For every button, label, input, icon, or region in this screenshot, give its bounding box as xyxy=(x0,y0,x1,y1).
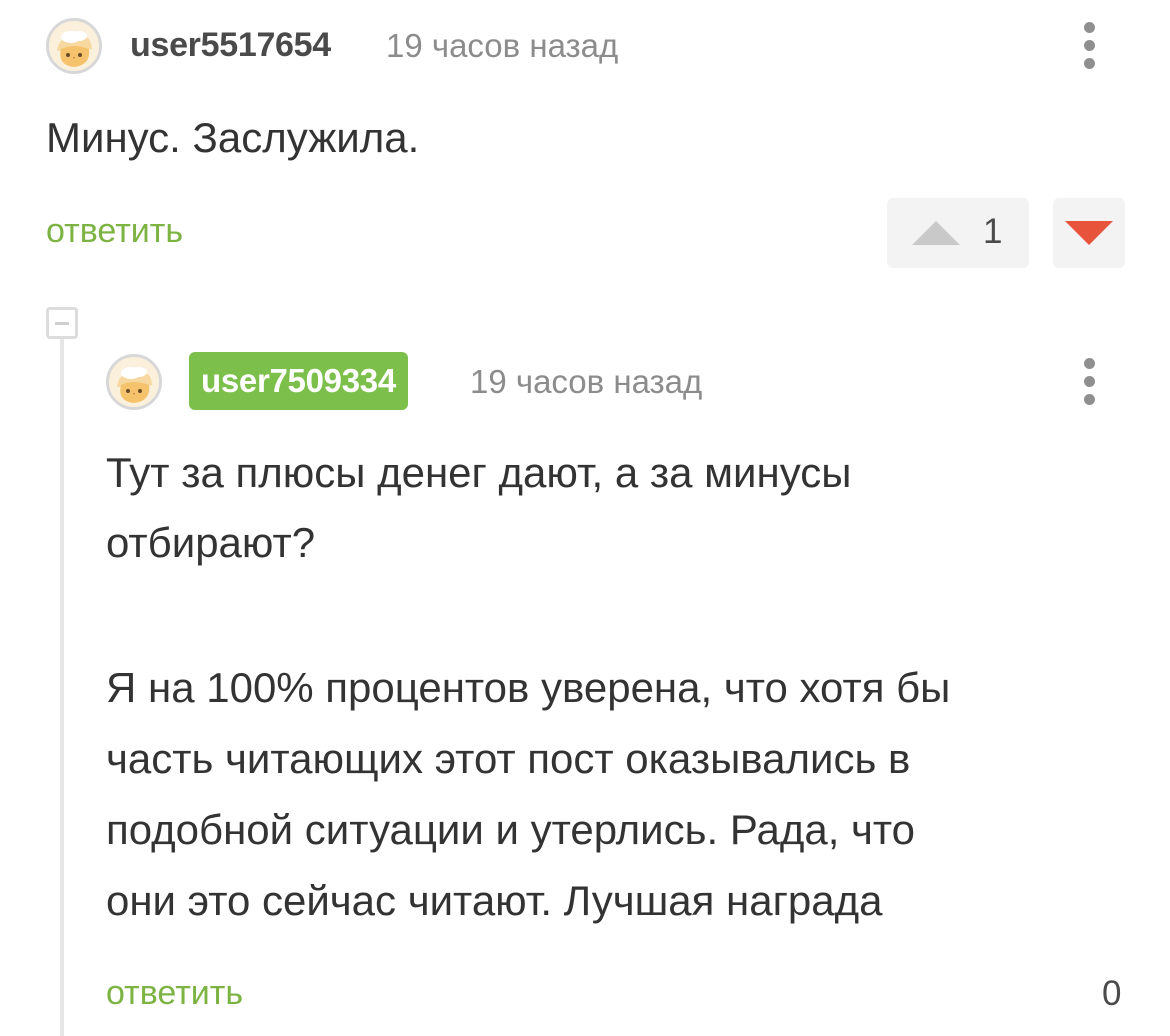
triangle-up-icon xyxy=(912,221,960,245)
comment-author[interactable]: user5517654 xyxy=(130,26,331,65)
comment-author-badge[interactable]: user7509334 xyxy=(189,352,408,410)
comment-body-line: подобной ситуации и утерлись. Рада, что xyxy=(106,806,916,853)
comment-body-line: Я на 100% процентов уверена, что хотя бы xyxy=(106,664,951,711)
comment-body-line: они это сейчас читают. Лучшая награда xyxy=(106,877,883,924)
downvote-button[interactable] xyxy=(1053,198,1125,268)
cat-avatar-icon[interactable] xyxy=(46,18,102,74)
comment-timestamp: 19 часов назад xyxy=(470,363,703,400)
comment-body-line: Тут за плюсы денег дают, а за минусы xyxy=(106,449,852,496)
comment-body-line: отбирают? xyxy=(106,519,316,566)
comment: user5517654 19 часов назад Минус. Заслуж… xyxy=(0,0,1170,290)
vertical-dots-icon[interactable] xyxy=(1078,16,1102,76)
collapse-thread-icon[interactable] xyxy=(46,307,78,339)
vertical-dots-icon[interactable] xyxy=(1078,352,1102,412)
comment-body-line: часть читающих этот пост оказывались в xyxy=(106,735,911,782)
comment-timestamp: 19 часов назад xyxy=(386,27,619,64)
comment-rating: 0 xyxy=(1102,974,1122,1013)
reply-button[interactable]: ответить xyxy=(46,212,183,251)
comment-body: Минус. Заслужила. xyxy=(46,114,420,161)
upvote-button[interactable]: 1 xyxy=(887,198,1029,268)
triangle-down-icon xyxy=(1065,221,1113,245)
comment-reply: user7509334 19 часов назад Тут за плюсы … xyxy=(0,340,1170,1036)
reply-button[interactable]: ответить xyxy=(106,974,243,1013)
comment-rating: 1 xyxy=(983,212,1003,251)
cat-avatar-icon[interactable] xyxy=(106,354,162,410)
